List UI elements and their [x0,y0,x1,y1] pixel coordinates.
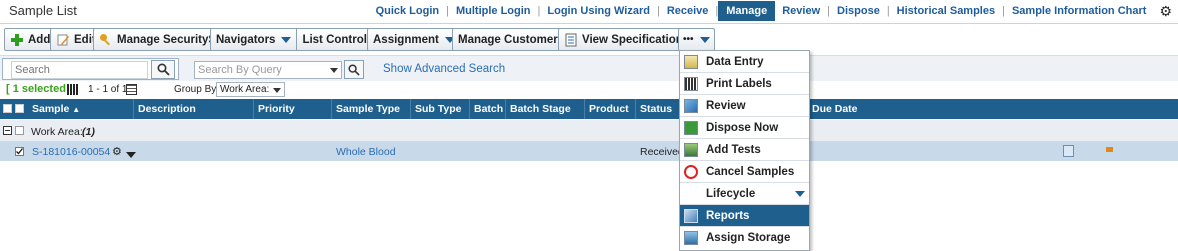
search-icon [156,63,170,76]
nav-review[interactable]: Review [775,5,827,17]
group-checkbox[interactable] [15,126,24,135]
chevron-down-icon [273,88,281,93]
selection-info-row: [ 1 selected ] 1 - 1 of 1 Group By Work … [0,81,1178,99]
flag-icon[interactable] [1106,147,1113,152]
calendar-icon[interactable] [126,84,137,95]
row-gear-icon[interactable]: ⚙ [112,145,122,158]
nav-multiple-login[interactable]: Multiple Login [449,5,538,17]
nav-receive[interactable]: Receive [660,5,716,17]
column-header-status[interactable]: Status [640,103,672,115]
top-navigation: Quick Login | Multiple Login | Login Using… [369,0,1172,22]
search-box [2,58,179,80]
menu-item-lifecycle[interactable]: Lifecycle [680,183,809,205]
list-control-dropdown[interactable]: List Control [302,34,367,46]
more-actions-menu: Data Entry Print Labels Review Dispose N… [679,50,810,251]
collapse-all-icon[interactable] [3,104,12,113]
notes-icon[interactable] [1063,145,1074,157]
select-all-checkbox[interactable] [15,104,24,113]
storage-icon [684,231,698,245]
key-icon [100,33,110,45]
barcode-icon[interactable] [67,84,79,95]
edit-icon [57,34,69,45]
search-button[interactable] [151,60,175,79]
column-header-description[interactable]: Description [138,103,196,115]
column-header-batch-stage[interactable]: Batch Stage [510,103,571,115]
nav-historical-samples[interactable]: Historical Samples [890,5,1002,17]
menu-item-dispose-now[interactable]: Dispose Now [680,117,809,139]
nav-quick-login[interactable]: Quick Login [369,5,447,17]
collapse-group-icon[interactable] [3,126,12,135]
review-icon [684,98,698,113]
grid-header: Sample ▲ Description Priority Sample Typ… [0,99,1178,119]
barcode-icon [684,76,698,91]
column-header-sample[interactable]: Sample ▲ [32,103,80,115]
chevron-down-icon [330,68,338,73]
chevron-down-icon [281,36,292,43]
search-row: Search By Query Show Advanced Search [0,55,1178,81]
group-by-select[interactable]: Work Area: [216,82,285,97]
column-header-priority[interactable]: Priority [258,103,295,115]
nav-sample-information-chart[interactable]: Sample Information Chart [1005,5,1153,17]
menu-item-review[interactable]: Review [680,95,809,117]
pager-text: 1 - 1 of 1 [88,84,128,95]
row-chevron-down-icon[interactable] [126,149,136,161]
document-icon [565,33,577,46]
sort-ascending-icon: ▲ [72,105,81,114]
query-search-button[interactable] [344,60,364,79]
selected-count: [ 1 selected ] [6,83,73,95]
chevron-down-icon [795,190,805,197]
table-row[interactable]: S-181016-00054 ⚙ Whole Blood Received [0,142,1178,161]
row-checkbox[interactable] [15,147,24,156]
menu-item-cancel-samples[interactable]: Cancel Samples [680,161,809,183]
show-advanced-search-link[interactable]: Show Advanced Search [383,63,505,75]
menu-item-assign-storage[interactable]: Assign Storage [680,227,809,249]
search-input[interactable] [11,61,148,79]
group-count: (1) [82,126,95,138]
sample-id-link[interactable]: S-181016-00054 [32,146,110,158]
column-header-batch[interactable]: Batch [474,103,503,115]
gear-icon[interactable]: ⚙ [1159,3,1172,20]
group-row: Work Area: (1) [0,120,1178,142]
toolbar: Add Edit Manage SecuritySet Navigators L… [0,23,1178,54]
dispose-icon [684,120,698,135]
add-button[interactable]: Add [4,28,57,51]
nav-dispose[interactable]: Dispose [830,5,887,17]
column-header-product[interactable]: Product [589,103,629,115]
sample-type-link[interactable]: Whole Blood [336,146,396,158]
manage-customers-button[interactable]: Manage Customers [452,28,571,51]
view-specifications-button[interactable]: View Specifications [558,28,696,51]
top-bar: Sample List Quick Login | Multiple Login |… [0,0,1178,22]
column-header-sample-type[interactable]: Sample Type [336,103,400,115]
reports-icon [684,208,698,223]
assignment-dropdown[interactable]: Assignment [367,28,461,51]
menu-item-data-entry[interactable]: Data Entry [680,51,809,73]
column-header-due-date[interactable]: Due Date [812,103,858,115]
nav-login-using-wizard[interactable]: Login Using Wizard [540,5,657,17]
search-icon [348,63,360,76]
add-tests-icon [684,142,698,157]
plus-icon [11,33,23,46]
more-actions-button[interactable]: ••• [678,28,715,51]
menu-item-print-labels[interactable]: Print Labels [680,73,809,95]
menu-item-add-tests[interactable]: Add Tests [680,139,809,161]
data-entry-icon [684,54,698,69]
search-by-query-select[interactable]: Search By Query [194,61,342,79]
column-header-sub-type[interactable]: Sub Type [415,103,461,115]
checkmark-icon [16,148,24,155]
group-label: Work Area: [31,126,83,138]
cancel-icon [684,164,698,179]
navigators-dropdown[interactable]: Navigators List Control [210,28,389,51]
page-title: Sample List [9,3,77,18]
nav-manage[interactable]: Manage [718,1,776,21]
group-by-label: Group By [174,84,217,95]
chevron-down-icon [699,36,710,43]
menu-item-reports[interactable]: Reports [680,205,809,227]
status-value: Received [640,146,684,158]
